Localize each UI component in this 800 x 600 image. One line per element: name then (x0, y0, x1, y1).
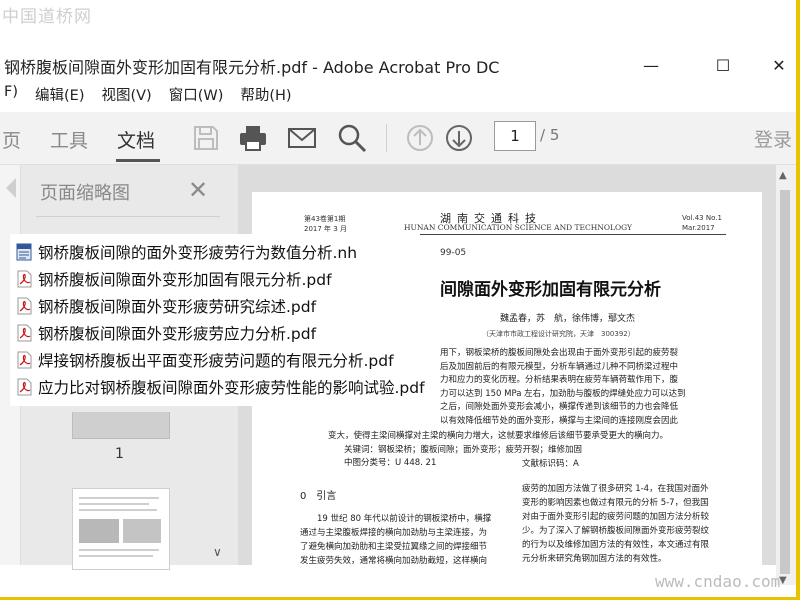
pdf-journal-title-en: HUNAN COMMUNICATION SCIENCE AND TECHNOLO… (404, 223, 632, 232)
pdf-issue-left: 第43卷第1期 2017 年 3 月 (304, 215, 347, 233)
pdf-paper-title: 间隙面外变形加固有限元分析 (440, 280, 661, 300)
nh-file-icon (16, 243, 32, 261)
pdf-file-icon (17, 270, 32, 288)
menu-view[interactable]: 视图(V) (101, 84, 151, 108)
thumbnail-label: 1 (115, 446, 124, 462)
panel-divider (36, 216, 220, 217)
page-number-input[interactable]: 1 (494, 121, 536, 151)
file-item[interactable]: 钢桥腹板间隙面外变形疲劳研究综述.pdf (16, 294, 316, 318)
next-page-icon[interactable] (443, 122, 475, 154)
file-item[interactable]: 钢桥腹板间隙面外变形加固有限元分析.pdf (16, 267, 332, 291)
close-button[interactable]: ✕ (756, 50, 800, 80)
login-button[interactable]: 登录 (754, 125, 792, 152)
pdf-file-icon (17, 378, 32, 396)
tab-home[interactable]: 页 (2, 126, 21, 153)
scrollbar-thumb[interactable] (780, 190, 790, 574)
page-thumbnail-1[interactable] (72, 412, 170, 439)
page-thumbnail-2[interactable] (72, 488, 170, 570)
file-item[interactable]: 钢桥腹板间隙面外变形疲劳应力分析.pdf (16, 321, 316, 345)
watermark-bottom: www.cndao.com (655, 572, 781, 591)
toolbar-divider (386, 124, 387, 152)
menu-bar: F) 编辑(E) 视图(V) 窗口(W) 帮助(H) (0, 84, 292, 108)
panel-scroll-down-icon[interactable]: ∨ (213, 545, 222, 559)
pdf-file-icon (17, 351, 32, 369)
menu-help[interactable]: 帮助(H) (240, 84, 291, 108)
pdf-abstract-tail: 变大，使得主梁间横撑对主梁的横向力增大，这就要求维修后该细节要承受更大的横向力。… (328, 431, 669, 468)
pdf-file-icon (17, 297, 32, 315)
yellow-frame-right (796, 0, 800, 600)
pdf-issue-right: Vol.43 No.1 Mar.2017 (682, 214, 722, 232)
file-item[interactable]: 钢桥腹板间隙的面外变形疲劳行为数值分析.nh (16, 240, 357, 264)
search-icon[interactable] (336, 122, 368, 154)
pdf-affiliation: （天津市市政工程设计研究院，天津 300392） (482, 330, 635, 338)
window-title: 钢桥腹板间隙面外变形加固有限元分析.pdf - Adobe Acrobat Pr… (4, 58, 500, 77)
pdf-column-right: 疲劳的加固方法做了很多研究 1-4，在我国对面外 变形的影响因素也做过有限元的分… (522, 484, 710, 564)
previous-page-icon[interactable] (404, 122, 436, 154)
pdf-doc-id: 文献标识码：A (522, 459, 579, 469)
email-icon[interactable] (286, 122, 318, 154)
collapse-arrow-icon[interactable] (6, 178, 16, 198)
pdf-file-icon (17, 324, 32, 342)
menu-edit[interactable]: 编辑(E) (35, 84, 84, 108)
watermark-top: 中国道桥网 (2, 7, 92, 27)
file-item[interactable]: 应力比对钢桥腹板间隙面外变形疲劳性能的影响试验.pdf (16, 375, 425, 399)
minimize-button[interactable]: — (628, 50, 674, 80)
maximize-button[interactable]: ☐ (700, 50, 746, 80)
active-tab-underline (116, 159, 160, 162)
pdf-section-heading: 0 引言 (300, 491, 337, 502)
menu-file[interactable]: F) (4, 84, 18, 108)
scroll-up-icon[interactable]: ▲ (779, 170, 787, 181)
pdf-doc-code: 99-05 (440, 248, 467, 258)
save-icon[interactable] (190, 122, 222, 154)
page-total: / 5 (540, 126, 560, 144)
close-panel-icon[interactable]: ✕ (188, 176, 208, 204)
tab-document[interactable]: 文档 (117, 126, 155, 153)
toolbar: 页 工具 文档 (0, 112, 796, 165)
file-item[interactable]: 焊接钢桥腹板出平面变形疲劳问题的有限元分析.pdf (16, 348, 394, 372)
pdf-abstract: 用下，钢板梁桥的腹板间隙处会出现由于面外变形引起的疲劳裂 后及加固前后的有限元模… (440, 348, 686, 426)
panel-title: 页面缩略图 (40, 183, 130, 204)
title-bar: 钢桥腹板间隙面外变形加固有限元分析.pdf - Adobe Acrobat Pr… (0, 50, 796, 80)
file-list-overlay: 钢桥腹板间隙的面外变形疲劳行为数值分析.nh 钢桥腹板间隙面外变形加固有限元分析… (10, 234, 425, 406)
pdf-authors: 魏孟春，苏 航，徐伟博，鄢文杰 (500, 314, 636, 324)
tab-tools[interactable]: 工具 (50, 126, 88, 153)
pdf-column-left: 0 引言 19 世纪 80 年代以前设计的钢板梁桥中，横撑 通过与主梁腹板焊接的… (300, 490, 516, 568)
print-icon[interactable] (237, 122, 269, 154)
menu-window[interactable]: 窗口(W) (169, 84, 224, 108)
